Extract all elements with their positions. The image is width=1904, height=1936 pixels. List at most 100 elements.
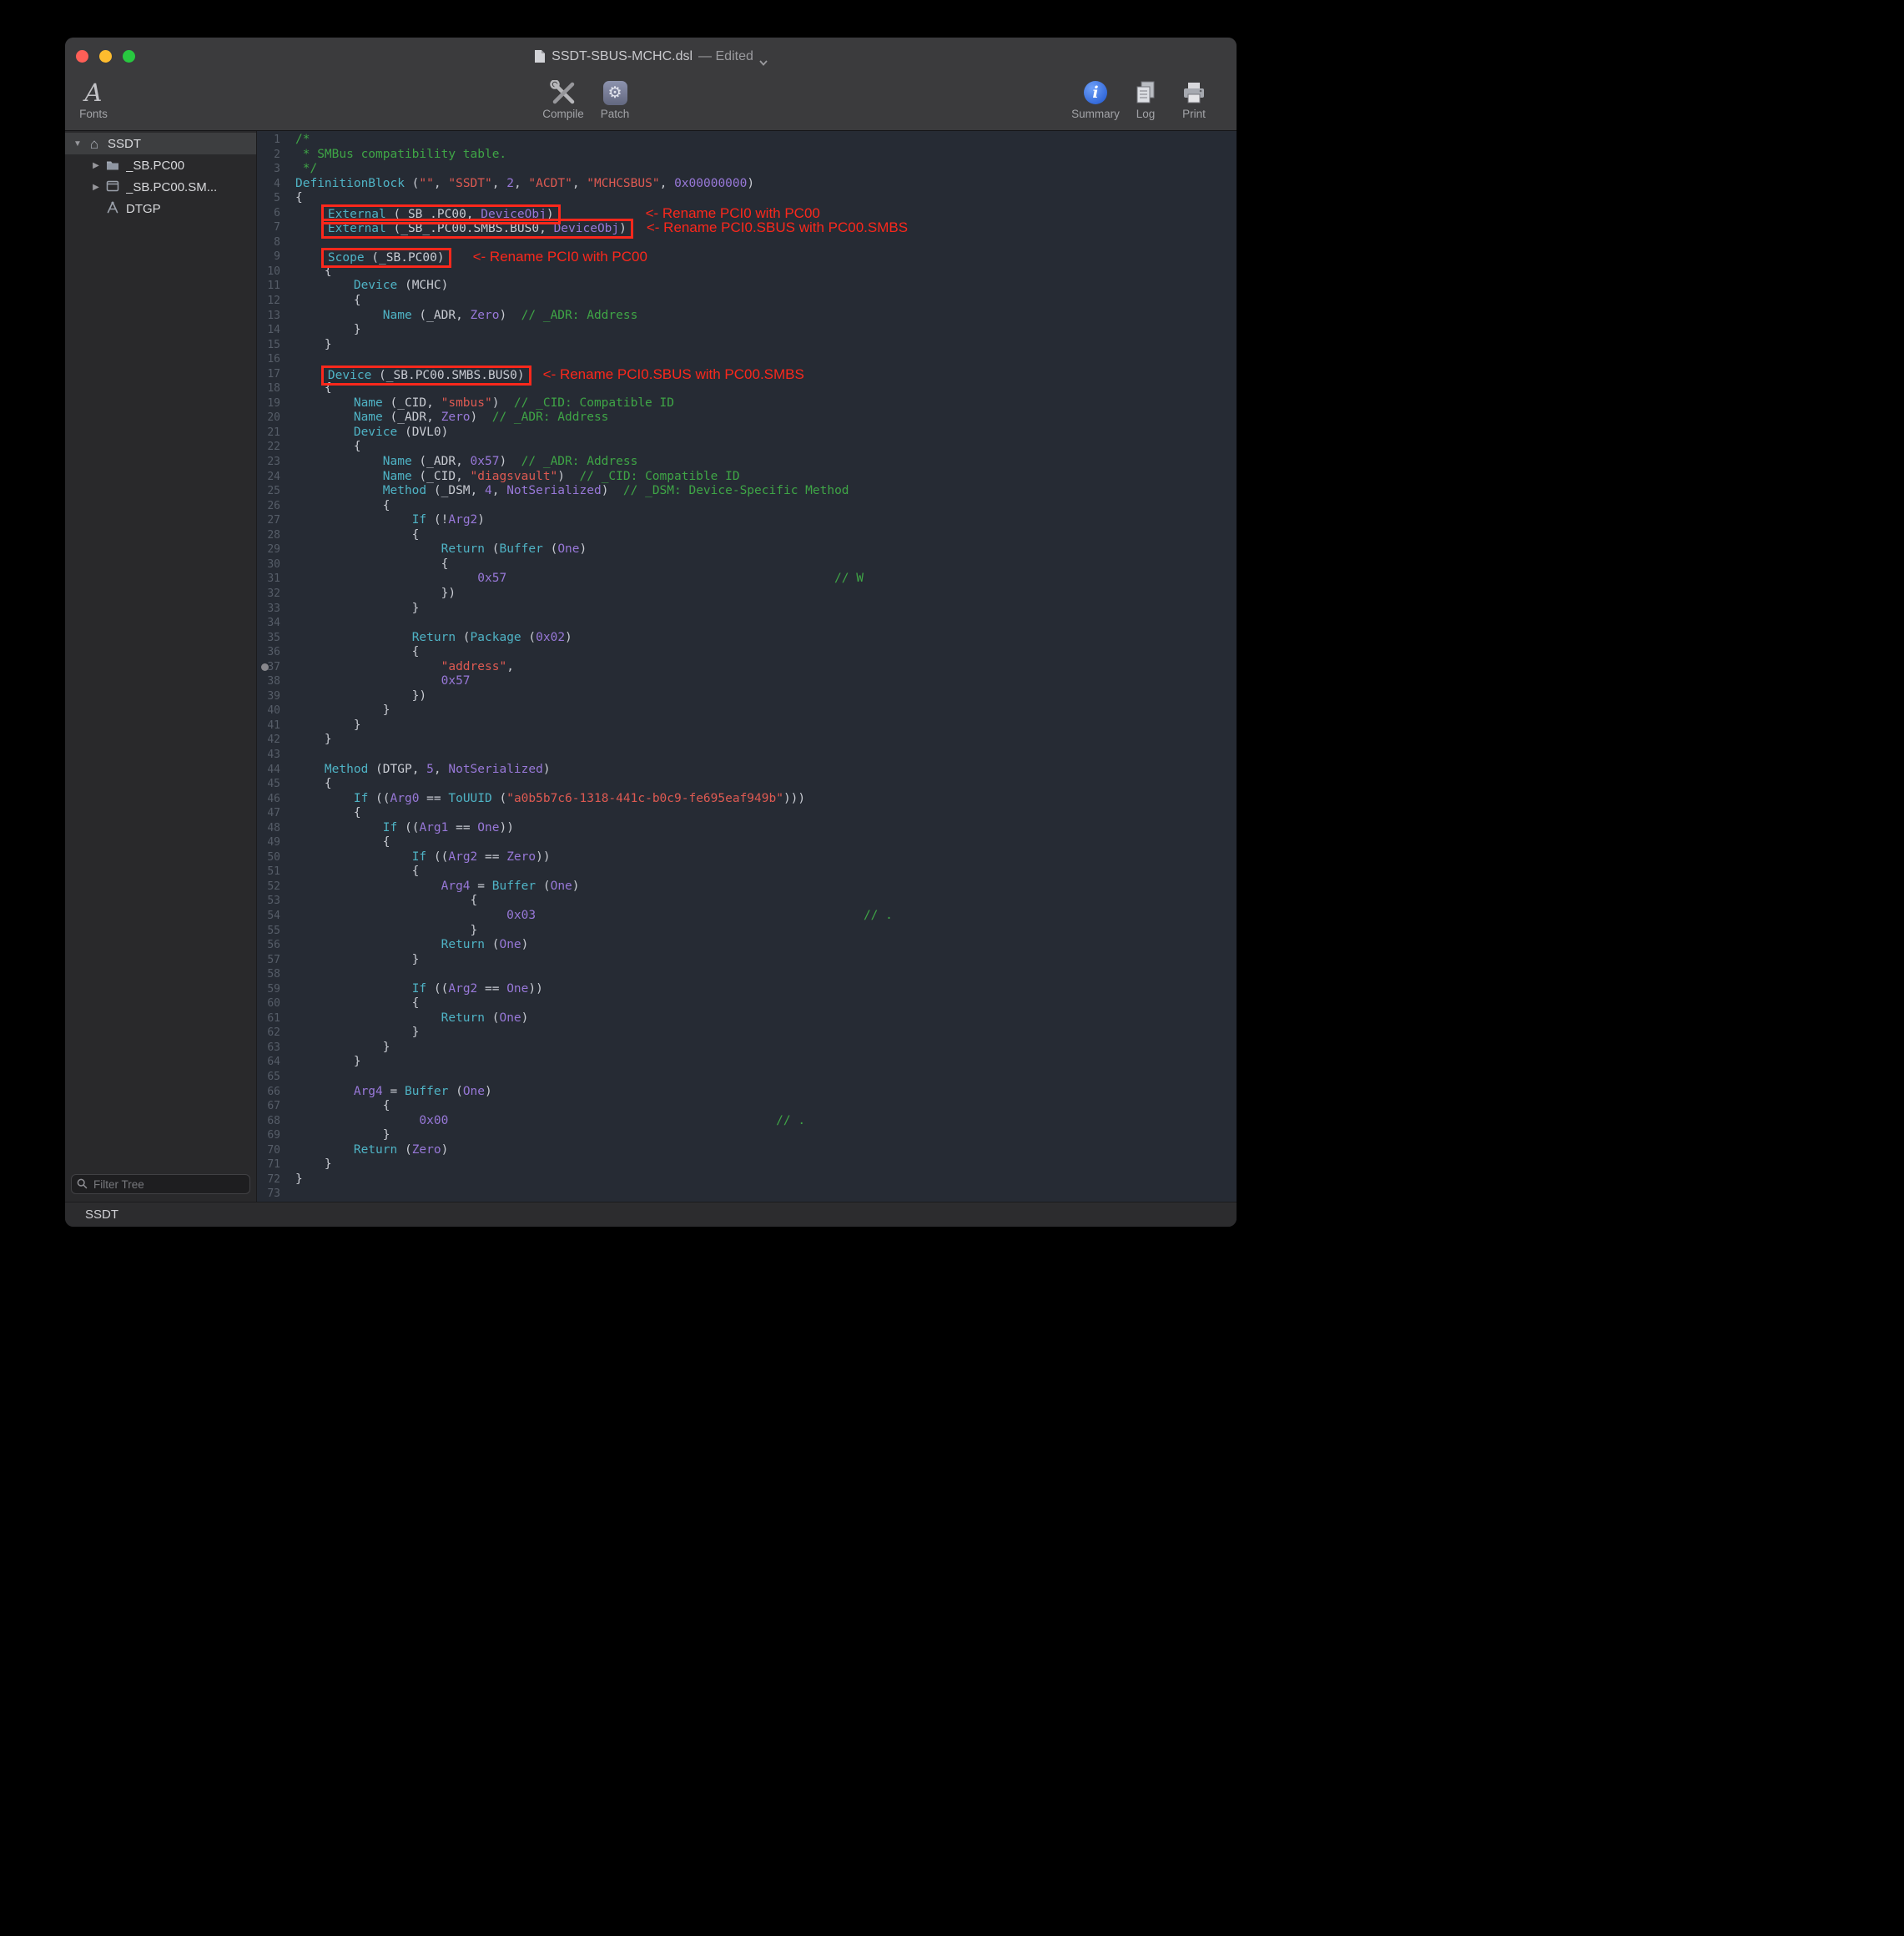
line-number: 63 <box>257 1041 280 1056</box>
line-number: 72 <box>257 1172 280 1187</box>
code-line: Name (_ADR, Zero) // _ADR: Address <box>295 309 1237 324</box>
line-number: 42 <box>257 733 280 748</box>
code-line: If ((Arg2 == One)) <box>295 982 1237 997</box>
code-line: { <box>295 645 1237 660</box>
fonts-button[interactable]: A Fonts <box>70 79 117 120</box>
titlebar[interactable]: SSDT-SBUS-MCHC.dsl — Edited <box>65 38 1237 75</box>
line-number: 43 <box>257 748 280 763</box>
title-group: SSDT-SBUS-MCHC.dsl — Edited <box>534 49 768 64</box>
code-line: Name (_ADR, 0x57) // _ADR: Address <box>295 455 1237 470</box>
document-proxy-icon[interactable] <box>534 49 546 63</box>
log-button[interactable]: Log <box>1126 79 1165 120</box>
disclosure-collapsed-icon[interactable]: ▶ <box>88 183 103 192</box>
code-line: { <box>295 557 1237 572</box>
code-line: { <box>295 996 1237 1011</box>
rename-highlight-box: Scope (_SB.PC00) <box>325 251 448 265</box>
line-number: 54 <box>257 909 280 924</box>
sidebar-item-sb-pc00-smbs[interactable]: ▶ _SB.PC00.SM... <box>65 176 256 198</box>
line-number: 70 <box>257 1143 280 1158</box>
code-line: /* <box>295 133 1237 148</box>
code-line: { <box>295 191 1237 206</box>
line-number: 48 <box>257 821 280 836</box>
sidebar-item-label: DTGP <box>126 202 161 216</box>
code-line: 0x57 // W <box>295 572 1237 587</box>
print-button[interactable]: Print <box>1171 79 1216 120</box>
code-line: If ((Arg2 == Zero)) <box>295 850 1237 865</box>
line-number: 31 <box>257 572 280 587</box>
disclosure-expanded-icon[interactable]: ▼ <box>70 139 85 149</box>
status-text: SSDT <box>85 1207 118 1222</box>
code-line <box>295 616 1237 631</box>
code-line: } <box>295 338 1237 353</box>
code-line: } <box>295 1128 1237 1143</box>
line-number: 6 <box>257 206 280 221</box>
patch-label: Patch <box>601 108 630 120</box>
code-line: } <box>295 953 1237 968</box>
line-number: 24 <box>257 470 280 485</box>
code-line: "address", <box>295 660 1237 675</box>
sidebar-item-label: _SB.PC00.SM... <box>126 180 217 194</box>
line-number: 40 <box>257 703 280 718</box>
code-line: { <box>295 894 1237 909</box>
sidebar-item-ssdt[interactable]: ▼ ⌂ SSDT <box>65 133 256 154</box>
line-number: 51 <box>257 865 280 880</box>
filter-tree-input[interactable] <box>71 1174 250 1194</box>
line-number: 4 <box>257 177 280 192</box>
toolbar: A Fonts Compile ⚙ Patch i Summary <box>65 75 1237 131</box>
compile-icon <box>550 79 577 106</box>
code-line: } <box>295 703 1237 718</box>
statusbar: SSDT <box>65 1202 1237 1227</box>
line-number: 33 <box>257 602 280 617</box>
line-number: 58 <box>257 967 280 982</box>
code-line: } <box>295 733 1237 748</box>
line-number: 44 <box>257 763 280 778</box>
line-number: 8 <box>257 235 280 250</box>
code-line: } <box>295 1172 1237 1187</box>
code-line: External (_SB_.PC00.SMBS.BUS0, DeviceObj… <box>295 220 1237 235</box>
line-number: 38 <box>257 674 280 689</box>
line-number: 10 <box>257 265 280 280</box>
line-number: 56 <box>257 938 280 953</box>
code-line <box>295 748 1237 763</box>
folder-icon <box>103 159 122 173</box>
line-number: 1 <box>257 133 280 148</box>
line-number: 29 <box>257 542 280 557</box>
patch-button[interactable]: ⚙ Patch <box>593 79 637 120</box>
code-line: } <box>295 602 1237 617</box>
code-line: { <box>295 294 1237 309</box>
compile-button[interactable]: Compile <box>532 79 594 120</box>
line-number: 61 <box>257 1011 280 1026</box>
line-number: 65 <box>257 1070 280 1085</box>
code-line: Device (MCHC) <box>295 279 1237 294</box>
minimize-button[interactable] <box>99 50 112 63</box>
line-number: 5 <box>257 191 280 206</box>
sidebar-item-dtgp[interactable]: DTGP <box>65 198 256 219</box>
code-line <box>295 967 1237 982</box>
code-line: 0x00 // . <box>295 1114 1237 1129</box>
sidebar-item-sb-pc00[interactable]: ▶ _SB.PC00 <box>65 154 256 176</box>
close-button[interactable] <box>76 50 88 63</box>
code-line: } <box>295 1026 1237 1041</box>
code-line: { <box>295 381 1237 396</box>
line-number: 13 <box>257 309 280 324</box>
line-number: 73 <box>257 1187 280 1202</box>
line-number: 64 <box>257 1055 280 1070</box>
summary-button[interactable]: i Summary <box>1066 79 1125 120</box>
patch-gear-icon: ⚙ <box>603 81 627 105</box>
line-number: 55 <box>257 924 280 939</box>
compile-label: Compile <box>542 108 584 120</box>
line-number: 30 <box>257 557 280 572</box>
code-line: Method (DTGP, 5, NotSerialized) <box>295 763 1237 778</box>
chevron-down-icon[interactable] <box>759 55 768 61</box>
code-line: If ((Arg1 == One)) <box>295 821 1237 836</box>
code-line: { <box>295 865 1237 880</box>
line-number: 26 <box>257 499 280 514</box>
code-editor[interactable]: 1234567891011121314151617181920212223242… <box>257 131 1237 1202</box>
code-line: * SMBus compatibility table. <box>295 148 1237 163</box>
disclosure-collapsed-icon[interactable]: ▶ <box>88 161 103 170</box>
main-content: ▼ ⌂ SSDT ▶ _SB.PC00 ▶ _SB.PC00.S <box>65 131 1237 1202</box>
code-line: Method (_DSM, 4, NotSerialized) // _DSM:… <box>295 484 1237 499</box>
code-line: } <box>295 1157 1237 1172</box>
code-line: External (_SB_.PC00, DeviceObj)<- Rename… <box>295 206 1237 221</box>
zoom-button[interactable] <box>123 50 135 63</box>
